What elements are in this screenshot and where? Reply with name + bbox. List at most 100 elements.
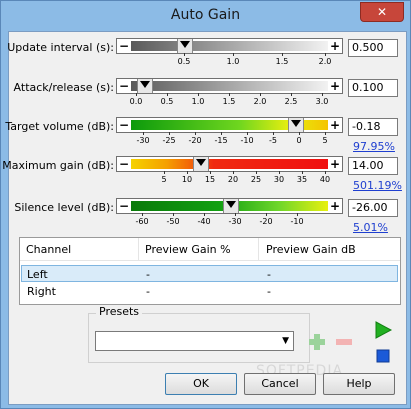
target-volume-label: Target volume (dB): [5, 120, 114, 133]
ok-button[interactable]: OK [165, 373, 237, 395]
cell-preview-gain-db: - [267, 268, 271, 281]
tick-label: 0.5 [160, 97, 174, 106]
tick-label: 1.0 [191, 97, 205, 106]
tick-label: 30 [273, 175, 285, 184]
slider-thumb[interactable] [137, 79, 153, 93]
presets-combobox[interactable]: ▼ [95, 331, 294, 351]
tick-label: 2.0 [318, 57, 332, 66]
tick-label: -20 [259, 217, 273, 226]
slider-track [131, 41, 328, 51]
preview-play-button[interactable] [373, 320, 393, 340]
tick-label: 0.0 [129, 97, 143, 106]
update-interval-row: Update interval (s): − + 0.5 1.0 1.5 2.0… [7, 35, 406, 66]
auto-gain-window: Auto Gain ✕ Update interval (s): − + 0.5… [0, 0, 411, 409]
preview-stop-button[interactable] [373, 346, 393, 366]
tick-label: 5 [161, 175, 167, 184]
update-interval-value-field[interactable]: 0.500 [348, 39, 398, 57]
tick-label: 40 [319, 175, 331, 184]
tick-label: 2.5 [284, 97, 298, 106]
increase-button[interactable]: + [328, 157, 342, 171]
tick-label: 3.0 [315, 97, 329, 106]
plus-icon [309, 334, 325, 350]
attack-release-slider[interactable]: − + [116, 78, 343, 94]
tick-label: 1.5 [222, 97, 236, 106]
decrease-button[interactable]: − [117, 199, 131, 213]
target-volume-value-field[interactable]: -0.18 [348, 118, 398, 136]
tick-label: 1.0 [226, 57, 240, 66]
help-button[interactable]: Help [323, 373, 395, 395]
attack-release-value-field[interactable]: 0.100 [348, 79, 398, 97]
chevron-down-icon[interactable]: ▼ [282, 336, 289, 346]
tick-label: -30 [136, 136, 150, 145]
column-header-channel[interactable]: Channel [26, 243, 71, 256]
decrease-button[interactable]: − [117, 118, 131, 132]
increase-button[interactable]: + [328, 118, 342, 132]
presets-label: Presets [96, 305, 143, 318]
tick-label: 2.0 [253, 97, 267, 106]
remove-preset-button[interactable] [334, 332, 354, 352]
tick-label: -25 [162, 136, 176, 145]
slider-track [131, 81, 328, 91]
tick-label: -10 [290, 217, 304, 226]
increase-button[interactable]: + [328, 79, 342, 93]
slider-thumb[interactable] [193, 157, 209, 171]
list-item[interactable]: Left - - [21, 265, 398, 282]
attack-release-label: Attack/release (s): [13, 81, 114, 94]
decrease-button[interactable]: − [117, 39, 131, 53]
target-volume-percent-link[interactable]: 97.95% [353, 140, 395, 153]
list-item[interactable]: Right - - [21, 283, 398, 300]
tick-label: 10 [181, 175, 193, 184]
slider-thumb[interactable] [288, 118, 304, 132]
target-volume-slider[interactable]: − + [116, 117, 343, 133]
update-interval-slider[interactable]: − + [116, 38, 343, 54]
cell-preview-gain-percent: - [146, 268, 150, 281]
maximum-gain-label: Maximum gain (dB): [2, 159, 114, 172]
maximum-gain-percent-link[interactable]: 501.19% [353, 179, 402, 192]
slider-scale: 0.5 1.0 1.5 2.0 [130, 53, 332, 69]
add-preset-button[interactable] [307, 332, 327, 352]
silence-level-percent-link[interactable]: 5.01% [353, 221, 388, 234]
channel-list[interactable]: Channel Preview Gain % Preview Gain dB L… [19, 237, 401, 305]
target-volume-row: Target volume (dB): − + -30 -25 -20 -15 … [5, 114, 406, 153]
cancel-button[interactable]: Cancel [244, 373, 316, 395]
decrease-button[interactable]: − [117, 79, 131, 93]
tick-label: -60 [135, 217, 149, 226]
slider-thumb[interactable] [223, 199, 239, 213]
presets-group: Presets ▼ [88, 305, 310, 363]
cell-preview-gain-db: - [267, 285, 271, 298]
window-title: Auto Gain [170, 7, 241, 23]
slider-scale: 0.0 0.5 1.0 1.5 2.0 2.5 3.0 [129, 93, 329, 109]
tick-label: -10 [240, 136, 254, 145]
update-interval-label: Update interval (s): [7, 41, 114, 54]
tick-label: 15 [204, 175, 216, 184]
decrease-button[interactable]: − [117, 157, 131, 171]
slider-scale: -60 -50 -40 -30 -20 -10 [130, 213, 329, 229]
tick-label: -15 [214, 136, 228, 145]
maximum-gain-slider[interactable]: − + [116, 156, 343, 172]
cell-preview-gain-percent: - [146, 285, 150, 298]
silence-level-value-field[interactable]: -26.00 [348, 199, 398, 217]
tick-label: 25 [250, 175, 262, 184]
tick-label: -20 [188, 136, 202, 145]
attack-release-row: Attack/release (s): − + 0.0 0.5 1.0 1.5 … [9, 75, 406, 106]
increase-button[interactable]: + [328, 39, 342, 53]
minus-icon [336, 339, 352, 345]
slider-scale: -30 -25 -20 -15 -10 -5 0 5 [130, 132, 329, 148]
dialog-client: Update interval (s): − + 0.5 1.0 1.5 2.0… [2, 31, 407, 405]
close-button[interactable]: ✕ [360, 2, 404, 22]
column-header-preview-gain-db[interactable]: Preview Gain dB [266, 243, 356, 256]
increase-button[interactable]: + [328, 199, 342, 213]
column-header-preview-gain-percent[interactable]: Preview Gain % [145, 243, 231, 256]
tick-label: 35 [296, 175, 308, 184]
tick-label: 1.5 [275, 57, 289, 66]
silence-level-row: Silence level (dB): − + -60 -50 -40 -30 … [9, 195, 406, 234]
tick-label: 0 [296, 136, 302, 145]
maximum-gain-value-field[interactable]: 14.00 [348, 157, 398, 175]
tick-label: -40 [197, 217, 211, 226]
stop-icon [376, 349, 390, 363]
list-header: Channel Preview Gain % Preview Gain dB [20, 238, 400, 261]
silence-level-slider[interactable]: − + [116, 198, 343, 214]
slider-thumb[interactable] [177, 39, 193, 53]
play-icon [375, 321, 393, 339]
tick-label: -50 [166, 217, 180, 226]
